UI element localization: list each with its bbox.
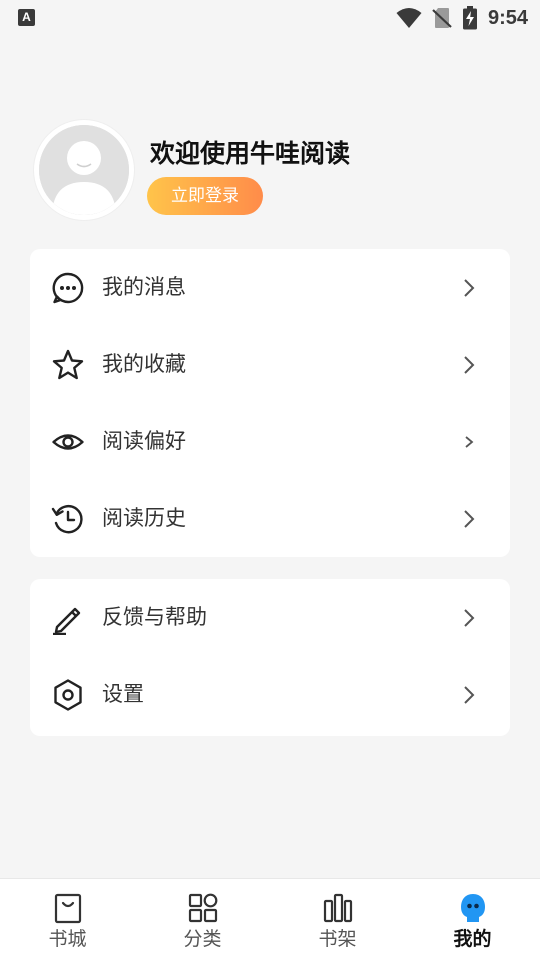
chat-bubble-icon	[51, 271, 85, 305]
tab-label: 书城	[48, 928, 87, 950]
login-button[interactable]: 立即登录	[147, 177, 263, 215]
status-icons: 9:54	[396, 5, 528, 31]
bottom-nav: 书城 分类 书架 我的	[0, 878, 540, 960]
chevron-right-icon	[462, 354, 476, 376]
tab-label: 我的	[453, 928, 492, 950]
bookstore-icon	[52, 892, 84, 924]
menu-label: 反馈与帮助	[102, 605, 207, 629]
menu-item-messages[interactable]: 我的消息	[30, 249, 510, 326]
menu-card-secondary: 反馈与帮助 设置	[30, 579, 510, 736]
chevron-right-icon	[462, 277, 476, 299]
menu-item-favorites[interactable]: 我的收藏	[30, 326, 510, 403]
menu-label: 阅读历史	[102, 506, 186, 530]
chevron-right-icon	[462, 431, 476, 453]
battery-charging-icon	[462, 6, 478, 30]
menu-card-primary: 我的消息 我的收藏 阅读偏好 阅读历史	[30, 249, 510, 557]
bookshelf-icon	[322, 892, 354, 924]
chevron-right-icon	[462, 684, 476, 706]
pencil-icon	[51, 601, 85, 635]
status-time: 9:54	[487, 6, 528, 29]
menu-item-reading-preference[interactable]: 阅读偏好	[30, 403, 510, 480]
welcome-title: 欢迎使用牛哇阅读	[150, 139, 351, 168]
tab-category[interactable]: 分类	[135, 879, 270, 960]
menu-item-settings[interactable]: 设置	[30, 656, 510, 733]
notification-icon: A	[18, 9, 35, 26]
avatar[interactable]	[34, 120, 134, 220]
profile-mascot-icon	[457, 892, 489, 924]
star-icon	[51, 348, 85, 382]
no-sim-icon	[432, 7, 452, 29]
status-bar: A 9:54	[0, 0, 540, 36]
tab-bookshelf[interactable]: 书架	[270, 879, 405, 960]
tab-label: 书架	[318, 928, 357, 950]
menu-item-history[interactable]: 阅读历史	[30, 480, 510, 557]
menu-label: 设置	[102, 682, 144, 706]
chevron-right-icon	[462, 607, 476, 629]
menu-label: 我的消息	[102, 275, 186, 299]
wifi-icon	[396, 7, 422, 29]
menu-item-feedback[interactable]: 反馈与帮助	[30, 579, 510, 656]
tab-mine[interactable]: 我的	[405, 879, 540, 960]
history-icon	[51, 502, 85, 536]
tab-bookstore[interactable]: 书城	[0, 879, 135, 960]
menu-label: 我的收藏	[102, 352, 186, 376]
chevron-right-icon	[462, 508, 476, 530]
settings-hexagon-icon	[51, 678, 85, 712]
category-grid-icon	[187, 892, 219, 924]
tab-label: 分类	[183, 928, 222, 950]
eye-icon	[51, 425, 85, 459]
menu-label: 阅读偏好	[102, 429, 186, 453]
default-avatar-icon	[39, 125, 129, 215]
